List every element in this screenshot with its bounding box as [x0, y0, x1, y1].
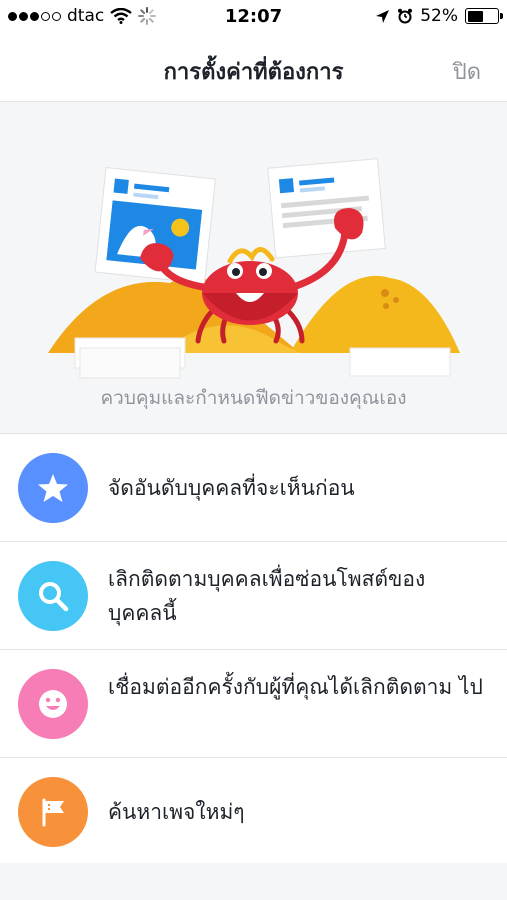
crab-illustration: [48, 158, 460, 379]
option-prioritize-who-to-see-first[interactable]: จัดอันดับบุคคลที่จะเห็นก่อน: [0, 434, 507, 542]
battery-icon: [465, 8, 503, 24]
alarm-clock-icon: [398, 8, 413, 24]
option-label: ค้นหาเพจใหม่ๆ: [108, 800, 245, 824]
close-button[interactable]: ปิด: [453, 54, 481, 89]
smile-icon: [18, 669, 88, 739]
option-discover-new-pages[interactable]: ค้นหาเพจใหม่ๆ: [0, 758, 507, 866]
preferences-list: จัดอันดับบุคคลที่จะเห็นก่อน เลิกติดตามบุ…: [0, 433, 507, 863]
search-icon: [18, 561, 88, 631]
status-right: 52%: [375, 6, 503, 26]
flag-icon: [18, 777, 88, 847]
option-reconnect-with-unfollowed[interactable]: เชื่อมต่ออีกครั้งกับผู้ที่คุณได้เลิกติดต…: [0, 650, 507, 758]
hero-section: ควบคุมและกำหนดฟีดข่าวของคุณเอง: [0, 103, 507, 433]
hero-caption: ควบคุมและกำหนดฟีดข่าวของคุณเอง: [100, 387, 407, 409]
star-icon: [18, 453, 88, 523]
option-label: เชื่อมต่ออีกครั้งกับผู้ที่คุณได้เลิกติดต…: [108, 675, 483, 699]
battery-level-fill: [467, 10, 483, 22]
navigation-bar: การตั้งค่าที่ต้องการ ปิด: [0, 34, 507, 102]
battery-percent: 52%: [420, 6, 458, 26]
status-bar: dtac 12:07 52%: [0, 0, 507, 34]
page-title: การตั้งค่าที่ต้องการ: [163, 60, 344, 85]
option-unfollow-people[interactable]: เลิกติดตามบุคคลเพื่อซ่อนโพสต์ของ บุคคลนี…: [0, 542, 507, 650]
option-label: เลิกติดตามบุคคลเพื่อซ่อนโพสต์ของ บุคคลนี…: [108, 567, 426, 625]
option-label: จัดอันดับบุคคลที่จะเห็นก่อน: [108, 476, 355, 500]
location-arrow-icon: [376, 9, 390, 23]
